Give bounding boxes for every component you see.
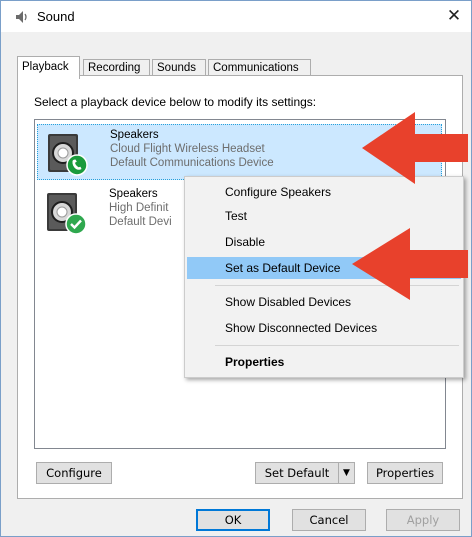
- checkmark-icon: [65, 213, 87, 235]
- red-arrow-icon: [362, 112, 468, 184]
- instruction-text: Select a playback device below to modify…: [34, 95, 317, 109]
- dropdown-arrow-icon[interactable]: ▼: [338, 463, 354, 483]
- set-default-button[interactable]: Set Default ▼: [255, 462, 355, 484]
- menu-item-properties[interactable]: Properties: [187, 351, 461, 373]
- close-button[interactable]: ✕: [441, 4, 467, 28]
- device-status: Default Communications Device: [110, 157, 274, 169]
- menu-separator: [215, 345, 459, 346]
- phone-icon: [66, 154, 88, 176]
- apply-button[interactable]: Apply: [386, 509, 460, 531]
- cancel-button[interactable]: Cancel: [292, 509, 366, 531]
- speaker-icon: [48, 134, 88, 176]
- device-name: Speakers: [110, 129, 159, 141]
- tab-playback[interactable]: Playback: [17, 56, 80, 79]
- device-description: High Definit: [109, 202, 169, 214]
- title-bar: Sound ✕: [1, 1, 471, 32]
- window-title: Sound: [37, 9, 75, 24]
- device-status: Default Devi: [109, 216, 172, 228]
- red-arrow-icon: [352, 228, 468, 300]
- menu-item-show-disconnected-devices[interactable]: Show Disconnected Devices: [187, 317, 461, 339]
- properties-button[interactable]: Properties: [367, 462, 443, 484]
- sound-icon: [16, 11, 27, 23]
- device-description: Cloud Flight Wireless Headset: [110, 143, 265, 155]
- device-name: Speakers: [109, 188, 158, 200]
- ok-button[interactable]: OK: [196, 509, 270, 531]
- speaker-icon: [47, 193, 87, 235]
- configure-button[interactable]: Configure: [36, 462, 112, 484]
- set-default-label: Set Default: [264, 466, 330, 480]
